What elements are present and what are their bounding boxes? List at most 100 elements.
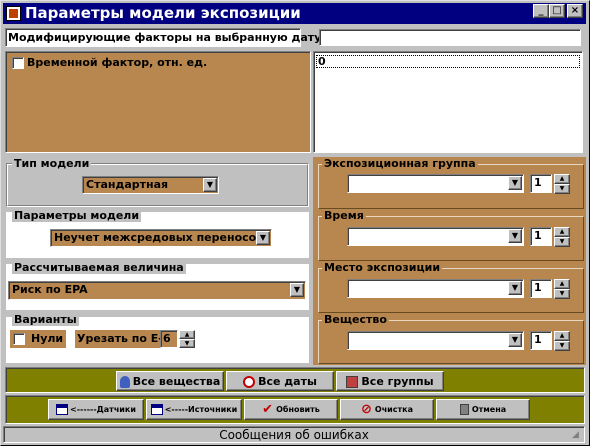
title-bar: Параметры модели экспозиции — [3, 3, 586, 24]
spin-up-icon[interactable]: ▲ — [554, 279, 570, 289]
clear-label: Очистка — [374, 405, 413, 414]
model-type-legend: Тип модели — [12, 157, 92, 170]
no-entry-icon: ⊘ — [360, 402, 372, 417]
trim-option: Урезать по Е- — [75, 330, 163, 348]
exposure-group-number[interactable]: 1 — [530, 174, 552, 193]
minimize-icon: _ — [538, 5, 544, 16]
sensors-label: <------Датчики — [70, 405, 136, 414]
spin-up-icon[interactable]: ▲ — [554, 227, 570, 237]
calc-value-select[interactable]: Риск по EPA ▼ — [8, 281, 306, 300]
clock-icon — [243, 376, 256, 388]
spin-down-icon[interactable]: ▼ — [554, 289, 570, 299]
close-icon: × — [570, 5, 580, 16]
spin-down-icon[interactable]: ▼ — [554, 341, 570, 351]
spin-up-icon[interactable]: ▲ — [179, 330, 195, 339]
model-params-select[interactable]: Неучет межсредовых переносов ▼ — [50, 229, 272, 247]
chevron-down-icon[interactable]: ▼ — [203, 178, 217, 192]
chevron-down-icon[interactable]: ▼ — [290, 283, 304, 297]
exposure-group-spinner[interactable]: ▲ ▼ — [554, 174, 570, 194]
spin-down-icon[interactable]: ▼ — [554, 237, 570, 247]
exposure-place-spin-value: 1 — [534, 281, 542, 294]
flask-icon — [119, 376, 130, 388]
checkmark-icon: ✔ — [262, 402, 274, 417]
cancel-label: Отмена — [471, 405, 507, 414]
factor-list-item-value: 0 — [318, 55, 326, 68]
table-icon — [56, 404, 69, 415]
substance-select[interactable]: ▼ — [347, 331, 524, 350]
maximize-icon: □ — [552, 5, 562, 16]
time-spinner[interactable]: ▲ ▼ — [554, 227, 570, 247]
modifiers-label: Модифицирующие факторы на выбранную дату — [8, 31, 322, 44]
resize-grip-icon[interactable]: ◢ — [572, 430, 584, 442]
trim-label: Урезать по Е- — [77, 332, 163, 345]
all-groups-button[interactable]: Все группы — [336, 371, 444, 391]
exposure-place-select[interactable]: ▼ — [347, 279, 524, 298]
exposure-group-legend: Экспозиционная группа — [322, 157, 478, 170]
factor-panel: Временной фактор, отн. ед. — [5, 51, 311, 153]
exposure-place-spinner[interactable]: ▲ ▼ — [554, 279, 570, 299]
all-substances-label: Все вещества — [132, 375, 221, 388]
all-dates-label: Все даты — [258, 375, 317, 388]
status-text: Сообщения об ошибках — [219, 428, 369, 442]
cancel-button[interactable]: Отмена — [436, 399, 530, 420]
window-title: Параметры модели экспозиции — [25, 4, 301, 22]
variants-legend: Варианты — [12, 313, 79, 326]
modifiers-value-field[interactable] — [319, 29, 581, 46]
close-button[interactable]: × — [567, 4, 583, 18]
time-legend: Время — [322, 209, 366, 222]
app-icon — [6, 6, 21, 21]
chevron-down-icon[interactable]: ▼ — [508, 281, 522, 295]
refresh-button[interactable]: ✔ Обновить — [244, 399, 338, 420]
refresh-label: Обновить — [276, 405, 320, 414]
time-spin-value: 1 — [534, 229, 542, 242]
nulls-checkbox[interactable] — [13, 333, 25, 345]
substance-spinner[interactable]: ▲ ▼ — [554, 331, 570, 351]
exposure-place-legend: Место экспозиции — [322, 261, 443, 274]
sensors-button[interactable]: <------Датчики — [48, 399, 144, 420]
trim-value: 6 — [163, 332, 171, 345]
model-type-select[interactable]: Стандартная ▼ — [82, 176, 219, 194]
model-type-value: Стандартная — [86, 178, 169, 191]
all-substances-button[interactable]: Все вещества — [116, 371, 224, 391]
substance-spin-value: 1 — [534, 333, 542, 346]
spin-up-icon[interactable]: ▲ — [554, 174, 570, 184]
status-bar: Сообщения об ошибках — [3, 426, 585, 443]
substance-number[interactable]: 1 — [530, 331, 552, 350]
modifiers-label-box: Модифицирующие факторы на выбранную дату — [5, 28, 321, 47]
time-select[interactable]: ▼ — [347, 227, 524, 246]
exposure-group-select[interactable]: ▼ — [347, 174, 524, 193]
sources-label: <-----Источники — [164, 405, 238, 414]
groups-icon — [346, 376, 359, 388]
nulls-option[interactable]: Нули — [10, 330, 66, 348]
factor-list-item[interactable]: 0 — [316, 55, 580, 68]
all-groups-label: Все группы — [361, 375, 434, 388]
minimize-button[interactable]: _ — [533, 4, 549, 18]
nulls-label: Нули — [31, 332, 64, 345]
time-factor-label: Временной фактор, отн. ед. — [27, 56, 208, 69]
model-params-legend: Параметры модели — [12, 209, 142, 222]
calc-value-value: Риск по EPA — [12, 283, 88, 296]
exposure-place-number[interactable]: 1 — [530, 279, 552, 298]
spin-down-icon[interactable]: ▼ — [179, 339, 195, 348]
model-params-value: Неучет межсредовых переносов — [54, 231, 264, 244]
spin-up-icon[interactable]: ▲ — [554, 331, 570, 341]
chevron-down-icon[interactable]: ▼ — [508, 229, 522, 243]
clear-button[interactable]: ⊘ Очистка — [340, 399, 434, 420]
exposure-group-spin-value: 1 — [534, 176, 542, 189]
calc-value-legend: Рассчитываемая величина — [12, 261, 186, 274]
all-dates-button[interactable]: Все даты — [226, 371, 334, 391]
spin-down-icon[interactable]: ▼ — [554, 184, 570, 194]
time-number[interactable]: 1 — [530, 227, 552, 246]
substance-legend: Вещество — [322, 313, 389, 326]
sources-button[interactable]: <-----Источники — [146, 399, 242, 420]
trash-icon — [459, 404, 469, 415]
chevron-down-icon[interactable]: ▼ — [508, 176, 522, 190]
chevron-down-icon[interactable]: ▼ — [508, 333, 522, 347]
trim-spinner[interactable]: ▲ ▼ — [179, 330, 195, 348]
trim-value-field[interactable]: 6 — [160, 330, 178, 348]
chevron-down-icon[interactable]: ▼ — [256, 231, 270, 245]
table-icon — [150, 404, 163, 415]
factor-value-list[interactable]: 0 — [313, 51, 583, 153]
time-factor-checkbox[interactable] — [12, 57, 24, 69]
maximize-button[interactable]: □ — [549, 4, 565, 18]
